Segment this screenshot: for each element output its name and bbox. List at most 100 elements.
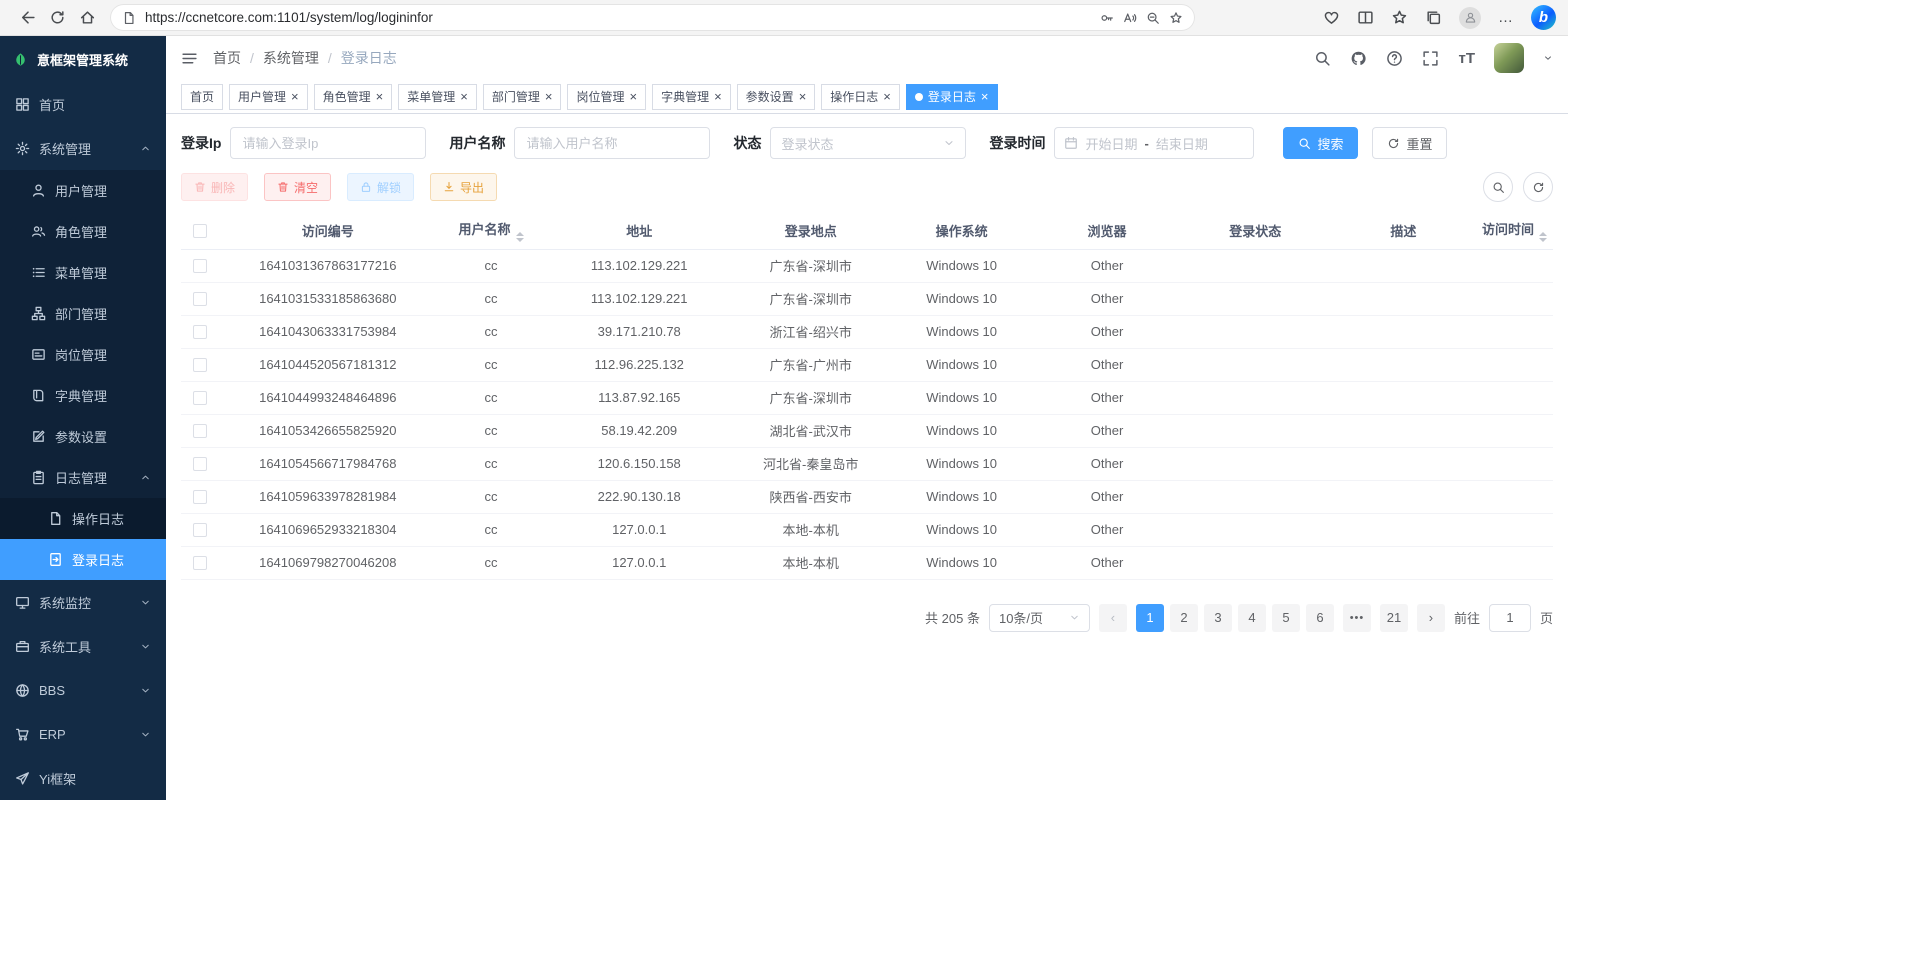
tab-close-icon[interactable]: × xyxy=(799,90,807,103)
bing-chat-button[interactable]: b xyxy=(1531,5,1556,30)
header-search-icon[interactable] xyxy=(1314,50,1331,67)
sidebar-item-system-tools[interactable]: 系统工具 xyxy=(0,624,166,668)
row-checkbox[interactable] xyxy=(193,292,207,306)
sidebar-item-bbs[interactable]: BBS xyxy=(0,668,166,712)
browser-menu-button[interactable]: … xyxy=(1498,9,1514,26)
sidebar-item-system-monitor[interactable]: 系统监控 xyxy=(0,580,166,624)
page-button-5[interactable]: 5 xyxy=(1272,604,1300,632)
site-info-icon[interactable] xyxy=(122,11,136,25)
tab-部门管理[interactable]: 部门管理× xyxy=(483,84,562,110)
sidebar-item-dept-manage[interactable]: 部门管理 xyxy=(0,293,166,334)
back-button[interactable] xyxy=(12,4,42,32)
toggle-search-button[interactable] xyxy=(1483,172,1513,202)
row-checkbox[interactable] xyxy=(193,457,207,471)
more-pages-button[interactable]: ••• xyxy=(1343,604,1371,632)
tab-close-icon[interactable]: × xyxy=(883,90,891,103)
row-checkbox[interactable] xyxy=(193,391,207,405)
page-size-select[interactable]: 10条/页 xyxy=(989,604,1090,632)
tab-close-icon[interactable]: × xyxy=(545,90,553,103)
search-button[interactable]: 搜索 xyxy=(1283,127,1358,159)
tab-close-icon[interactable]: × xyxy=(981,90,989,103)
url-text[interactable]: https://ccnetcore.com:1101/system/log/lo… xyxy=(145,10,1091,25)
browser-essentials-icon[interactable] xyxy=(1323,9,1340,26)
tab-close-icon[interactable]: × xyxy=(291,90,299,103)
fullscreen-icon[interactable] xyxy=(1422,50,1439,67)
sidebar-item-login-log[interactable]: 登录日志 xyxy=(0,539,166,580)
refresh-button[interactable] xyxy=(42,4,72,32)
row-checkbox[interactable] xyxy=(193,556,207,570)
page-button-1[interactable]: 1 xyxy=(1136,604,1164,632)
sidebar-item-erp[interactable]: ERP xyxy=(0,712,166,756)
sidebar-item-log-manage[interactable]: 日志管理 xyxy=(0,457,166,498)
prev-page-button[interactable]: ‹ xyxy=(1099,604,1127,632)
password-key-icon[interactable] xyxy=(1100,11,1114,25)
tab-用户管理[interactable]: 用户管理× xyxy=(229,84,308,110)
status-select[interactable]: 登录状态 xyxy=(770,127,966,159)
sidebar-item-dict-manage[interactable]: 字典管理 xyxy=(0,375,166,416)
tab-close-icon[interactable]: × xyxy=(376,90,384,103)
browser-profile-button[interactable] xyxy=(1459,7,1481,29)
last-page-button[interactable]: 21 xyxy=(1380,604,1408,632)
refresh-table-button[interactable] xyxy=(1523,172,1553,202)
breadcrumb-home[interactable]: 首页 xyxy=(213,48,241,68)
sidebar-item-user-manage[interactable]: 用户管理 xyxy=(0,170,166,211)
sidebar-item-menu-manage[interactable]: 菜单管理 xyxy=(0,252,166,293)
avatar-caret-icon[interactable] xyxy=(1543,53,1553,63)
page-button-4[interactable]: 4 xyxy=(1238,604,1266,632)
sidebar-item-operation-log[interactable]: 操作日志 xyxy=(0,498,166,539)
tab-菜单管理[interactable]: 菜单管理× xyxy=(398,84,477,110)
delete-button[interactable]: 删除 xyxy=(181,173,248,201)
select-all-header[interactable] xyxy=(181,212,219,249)
row-checkbox[interactable] xyxy=(193,325,207,339)
page-button-3[interactable]: 3 xyxy=(1204,604,1232,632)
row-checkbox[interactable] xyxy=(193,424,207,438)
clear-button[interactable]: 清空 xyxy=(264,173,331,201)
favorites-icon[interactable] xyxy=(1391,9,1408,26)
col-visit-time[interactable]: 访问时间 xyxy=(1476,212,1553,249)
read-aloud-icon[interactable] xyxy=(1123,11,1137,25)
sort-icon[interactable] xyxy=(1539,232,1547,242)
collections-icon[interactable] xyxy=(1425,9,1442,26)
sort-icon[interactable] xyxy=(516,232,524,242)
help-icon[interactable] xyxy=(1386,50,1403,67)
row-checkbox[interactable] xyxy=(193,259,207,273)
zoom-out-icon[interactable] xyxy=(1146,11,1160,25)
sidebar-item-home[interactable]: 首页 xyxy=(0,82,166,126)
col-username[interactable]: 用户名称 xyxy=(436,212,546,249)
breadcrumb-system[interactable]: 系统管理 xyxy=(263,48,319,68)
tab-首页[interactable]: 首页 xyxy=(181,84,223,110)
user-avatar[interactable] xyxy=(1494,43,1524,73)
favorite-star-icon[interactable] xyxy=(1169,11,1183,25)
font-size-icon[interactable]: тT xyxy=(1458,50,1475,67)
tab-操作日志[interactable]: 操作日志× xyxy=(821,84,900,110)
next-page-button[interactable]: › xyxy=(1417,604,1445,632)
row-checkbox[interactable] xyxy=(193,358,207,372)
address-bar[interactable]: https://ccnetcore.com:1101/system/log/lo… xyxy=(110,4,1195,31)
tab-close-icon[interactable]: × xyxy=(714,90,722,103)
sidebar-item-yi-framework[interactable]: Yi框架 xyxy=(0,756,166,800)
row-checkbox[interactable] xyxy=(193,523,207,537)
sidebar-item-param-settings[interactable]: 参数设置 xyxy=(0,416,166,457)
sidebar-item-post-manage[interactable]: 岗位管理 xyxy=(0,334,166,375)
sidebar-item-system-manage[interactable]: 系统管理 xyxy=(0,126,166,170)
goto-page-input[interactable] xyxy=(1489,604,1531,632)
row-checkbox[interactable] xyxy=(193,490,207,504)
page-button-6[interactable]: 6 xyxy=(1306,604,1334,632)
tab-角色管理[interactable]: 角色管理× xyxy=(314,84,393,110)
tab-岗位管理[interactable]: 岗位管理× xyxy=(567,84,646,110)
reset-button[interactable]: 重置 xyxy=(1372,127,1447,159)
export-button[interactable]: 导出 xyxy=(430,173,497,201)
tab-登录日志[interactable]: 登录日志× xyxy=(906,84,998,110)
github-icon[interactable] xyxy=(1350,50,1367,67)
home-button[interactable] xyxy=(72,4,102,32)
tab-字典管理[interactable]: 字典管理× xyxy=(652,84,731,110)
tab-close-icon[interactable]: × xyxy=(629,90,637,103)
sidebar-item-role-manage[interactable]: 角色管理 xyxy=(0,211,166,252)
tab-close-icon[interactable]: × xyxy=(460,90,468,103)
login-ip-input[interactable] xyxy=(230,127,426,159)
tab-参数设置[interactable]: 参数设置× xyxy=(737,84,816,110)
select-all-checkbox[interactable] xyxy=(193,224,207,238)
sidebar-toggle-button[interactable] xyxy=(181,50,198,67)
username-input[interactable] xyxy=(514,127,710,159)
split-screen-icon[interactable] xyxy=(1357,9,1374,26)
